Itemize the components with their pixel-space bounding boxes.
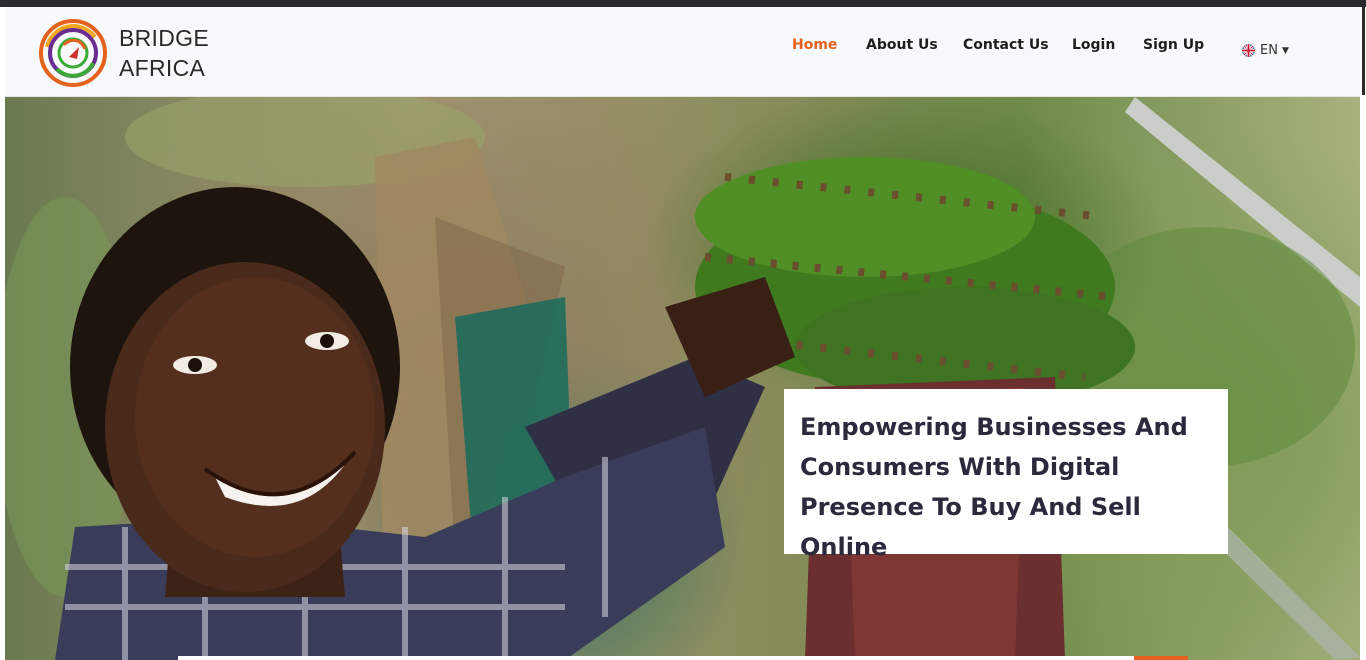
browser-top-strip xyxy=(0,0,1366,7)
nav-contact-us[interactable]: Contact Us xyxy=(963,37,1049,53)
main-nav: Home About Us Contact Us Login Sign Up xyxy=(5,37,1360,59)
hero-banner: Empowering Businesses And Consumers With… xyxy=(5,97,1360,660)
hero-image xyxy=(5,97,1360,660)
hero-headline-card: Empowering Businesses And Consumers With… xyxy=(784,389,1228,561)
nav-login[interactable]: Login xyxy=(1072,37,1115,53)
hero-headline: Empowering Businesses And Consumers With… xyxy=(800,413,1188,561)
uk-flag-icon xyxy=(1242,44,1255,57)
nav-about-us[interactable]: About Us xyxy=(866,37,938,53)
nav-sign-up[interactable]: Sign Up xyxy=(1143,37,1204,53)
search-bar-top-edge xyxy=(178,656,1188,660)
top-navbar: BRIDGE AFRICA Home About Us Contact Us L… xyxy=(5,7,1360,97)
language-label: EN xyxy=(1260,43,1278,58)
search-button-edge[interactable] xyxy=(1134,656,1188,660)
scrollbar-thumb[interactable] xyxy=(1362,7,1365,95)
chevron-down-icon: ▼ xyxy=(1281,45,1289,56)
language-selector[interactable]: EN ▼ xyxy=(1242,43,1289,58)
scrollbar[interactable] xyxy=(1360,7,1366,660)
nav-home[interactable]: Home xyxy=(792,37,837,53)
